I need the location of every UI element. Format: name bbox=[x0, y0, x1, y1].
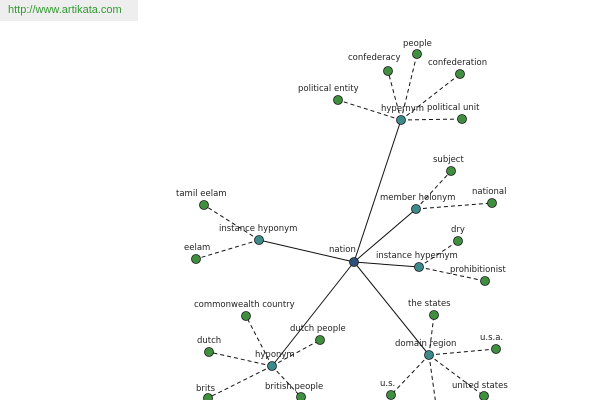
label-hypernym[interactable]: hypernym bbox=[381, 104, 424, 114]
node-domain-region[interactable] bbox=[424, 350, 434, 360]
node-dutch[interactable] bbox=[204, 347, 214, 357]
label-political-unit[interactable]: political unit bbox=[427, 103, 480, 113]
node-national[interactable] bbox=[487, 198, 497, 208]
edge-member-holonym-national bbox=[415, 202, 493, 210]
node-hyponym[interactable] bbox=[267, 361, 277, 371]
relation-graph: nation hypernym confederacypeople confedera… bbox=[176, 39, 508, 400]
label-united-states[interactable]: united states bbox=[452, 381, 508, 391]
edge-hyponym-brits bbox=[207, 365, 273, 399]
label-dutch-people[interactable]: dutch people bbox=[290, 324, 346, 334]
node-eelam[interactable] bbox=[191, 254, 201, 264]
node-hypernym[interactable] bbox=[396, 115, 406, 125]
node-tamil-eelam[interactable] bbox=[199, 200, 209, 210]
node-political-unit[interactable] bbox=[457, 114, 467, 124]
node-dry[interactable] bbox=[453, 236, 463, 246]
label-tamil-eelam[interactable]: tamil eelam bbox=[176, 189, 227, 199]
label-political-entity[interactable]: political entity bbox=[298, 84, 359, 94]
label-us[interactable]: u.s. bbox=[380, 379, 395, 389]
node-political-entity[interactable] bbox=[333, 95, 343, 105]
node-instance-hyponym[interactable] bbox=[254, 235, 264, 245]
node-usa[interactable] bbox=[491, 344, 501, 354]
label-commonwealth-country[interactable]: commonwealth country bbox=[194, 300, 295, 310]
label-british-people[interactable]: british people bbox=[265, 382, 323, 392]
label-confederacy[interactable]: confederacy bbox=[348, 53, 401, 63]
label-usa[interactable]: u.s.a. bbox=[480, 333, 503, 343]
label-instance-hyponym[interactable]: instance hyponym bbox=[219, 224, 297, 234]
node-instance-hypernym[interactable] bbox=[414, 262, 424, 272]
edge-domain-region-us bbox=[390, 354, 430, 396]
edge-nation-instance-hypernym bbox=[353, 261, 420, 268]
label-eelam[interactable]: eelam bbox=[184, 243, 210, 253]
labels-layer: nation hypernym confederacypeople confedera… bbox=[176, 39, 508, 394]
edge-domain-region-domain-leaf-bottom bbox=[428, 354, 436, 400]
label-domain-region[interactable]: domain region bbox=[395, 339, 456, 349]
node-confederacy[interactable] bbox=[383, 66, 393, 76]
edge-domain-region-usa bbox=[428, 348, 497, 356]
node-brits[interactable] bbox=[203, 393, 213, 400]
label-hyponym[interactable]: hyponym bbox=[255, 350, 295, 360]
label-national[interactable]: national bbox=[472, 187, 506, 197]
label-instance-hypernym[interactable]: instance hypernym bbox=[376, 251, 458, 261]
edge-instance-hyponym-tamil-eelam bbox=[203, 204, 260, 241]
edge-domain-region-the-states bbox=[428, 314, 435, 356]
label-the-states[interactable]: the states bbox=[408, 299, 451, 309]
node-the-states[interactable] bbox=[429, 310, 439, 320]
label-dutch[interactable]: dutch bbox=[197, 336, 221, 346]
edge-nation-hypernym bbox=[353, 119, 402, 263]
label-nation[interactable]: nation bbox=[329, 245, 356, 255]
node-british-people[interactable] bbox=[296, 392, 306, 400]
node-subject[interactable] bbox=[446, 166, 456, 176]
label-member-holonym[interactable]: member holonym bbox=[380, 193, 455, 203]
node-people[interactable] bbox=[412, 49, 422, 59]
edge-member-holonym-subject bbox=[415, 170, 452, 210]
node-confederation[interactable] bbox=[455, 69, 465, 79]
node-commonwealth-country[interactable] bbox=[241, 311, 251, 321]
label-brits[interactable]: brits bbox=[196, 384, 216, 394]
node-member-holonym[interactable] bbox=[411, 204, 421, 214]
node-united-states[interactable] bbox=[479, 391, 489, 400]
edge-hypernym-political-unit bbox=[400, 118, 463, 121]
node-dutch-people[interactable] bbox=[315, 335, 325, 345]
node-prohibitionist[interactable] bbox=[480, 276, 490, 286]
label-people[interactable]: people bbox=[403, 39, 432, 49]
label-dry[interactable]: dry bbox=[451, 225, 465, 235]
label-prohibitionist[interactable]: prohibitionist bbox=[450, 265, 506, 275]
node-us[interactable] bbox=[386, 390, 396, 400]
label-subject[interactable]: subject bbox=[433, 155, 464, 165]
label-confederation[interactable]: confederation bbox=[428, 58, 487, 68]
node-nation[interactable] bbox=[349, 257, 359, 267]
graph-stage: http://www.artikata.com nation hypernym co… bbox=[0, 0, 600, 400]
